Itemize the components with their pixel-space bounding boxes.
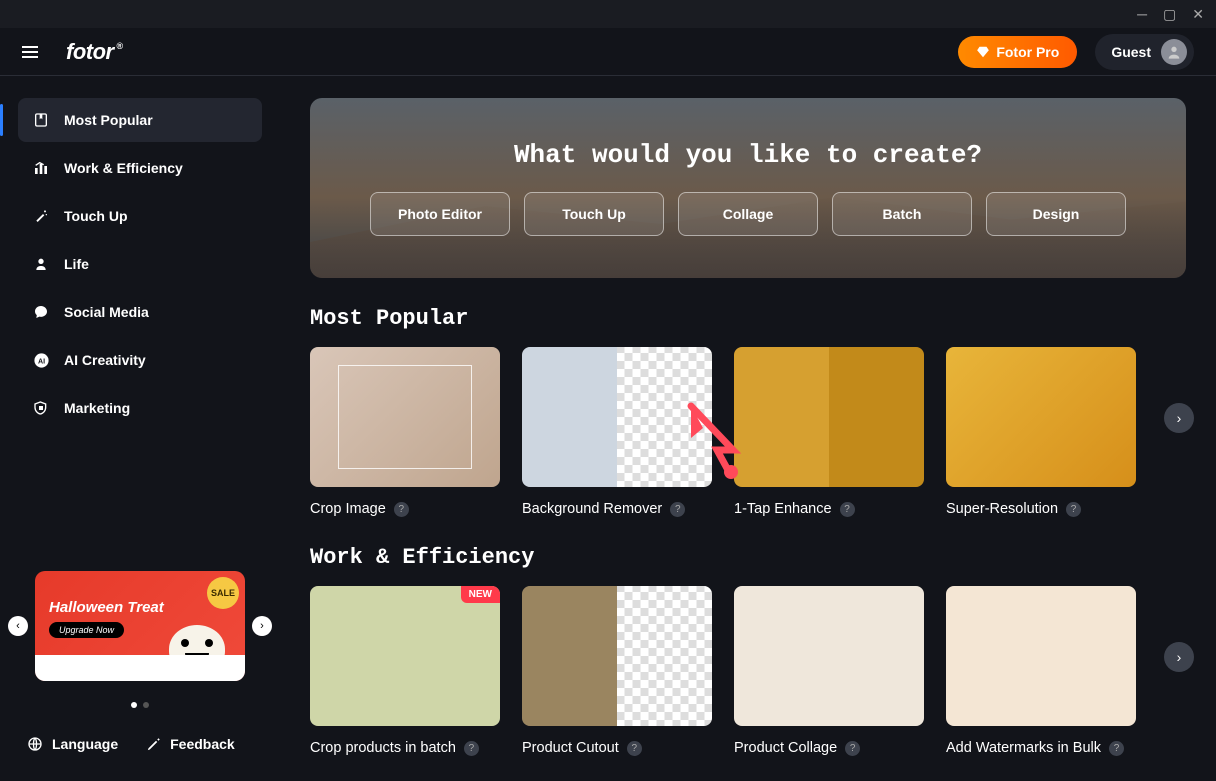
card-title: Crop products in batch bbox=[310, 740, 456, 756]
hero-batch-button[interactable]: Batch bbox=[832, 192, 972, 236]
fotor-pro-button[interactable]: Fotor Pro bbox=[958, 36, 1077, 68]
card-product-collage[interactable]: Product Collage? bbox=[734, 586, 924, 756]
section-title: Work & Efficiency bbox=[310, 545, 1186, 570]
bookmark-icon bbox=[32, 111, 50, 129]
promo-dots bbox=[18, 695, 262, 713]
card-title: Product Cutout bbox=[522, 740, 619, 756]
card-title: Product Collage bbox=[734, 740, 837, 756]
maximize-button[interactable]: ▢ bbox=[1163, 6, 1176, 23]
sidebar-item-ai-creativity[interactable]: AIAI Creativity bbox=[18, 338, 262, 382]
thumbnail bbox=[734, 347, 924, 487]
pumpkin-icon bbox=[169, 625, 225, 673]
thumbnail bbox=[522, 347, 712, 487]
header: fotor® Fotor Pro Guest bbox=[0, 28, 1216, 76]
titlebar: ─ ▢ ✕ bbox=[0, 0, 1216, 28]
card-title: Crop Image bbox=[310, 501, 386, 517]
logo: fotor® bbox=[66, 39, 114, 65]
promo-prev-button[interactable]: ‹ bbox=[8, 616, 28, 636]
sidebar-item-most-popular[interactable]: Most Popular bbox=[18, 98, 262, 142]
wand-icon bbox=[32, 207, 50, 225]
thumbnail bbox=[522, 586, 712, 726]
new-badge: NEW bbox=[461, 586, 500, 603]
sidebar-item-social-media[interactable]: Social Media bbox=[18, 290, 262, 334]
bars-icon bbox=[32, 159, 50, 177]
help-icon[interactable]: ? bbox=[627, 741, 642, 756]
menu-icon[interactable] bbox=[22, 46, 38, 58]
thumbnail: NEW bbox=[310, 586, 500, 726]
diamond-icon bbox=[976, 45, 990, 59]
next-button[interactable]: › bbox=[1164, 403, 1194, 433]
chat-icon bbox=[32, 303, 50, 321]
help-icon[interactable]: ? bbox=[670, 502, 685, 517]
help-icon[interactable]: ? bbox=[845, 741, 860, 756]
help-icon[interactable]: ? bbox=[1066, 502, 1081, 517]
card-crop-image[interactable]: Crop Image? bbox=[310, 347, 500, 517]
card-title: Background Remover bbox=[522, 501, 662, 517]
card-title: Add Watermarks in Bulk bbox=[946, 740, 1101, 756]
thumbnail bbox=[310, 347, 500, 487]
help-icon[interactable]: ? bbox=[394, 502, 409, 517]
card-crop-products-in-batch[interactable]: NEW Crop products in batch? bbox=[310, 586, 500, 756]
minimize-button[interactable]: ─ bbox=[1137, 6, 1147, 22]
svg-text:AI: AI bbox=[37, 357, 44, 365]
tag-icon bbox=[32, 399, 50, 417]
sidebar-item-marketing[interactable]: Marketing bbox=[18, 386, 262, 430]
help-icon[interactable]: ? bbox=[1109, 741, 1124, 756]
sidebar-item-life[interactable]: Life bbox=[18, 242, 262, 286]
hero-photo-editor-button[interactable]: Photo Editor bbox=[370, 192, 510, 236]
promo-banner[interactable]: SALE Halloween Treat Upgrade Now bbox=[35, 571, 245, 681]
sidebar-item-touch-up[interactable]: Touch Up bbox=[18, 194, 262, 238]
pencil-icon bbox=[144, 735, 162, 753]
main: What would you like to create? Photo Edi… bbox=[280, 76, 1216, 781]
sale-badge: SALE bbox=[207, 577, 239, 609]
globe-icon bbox=[26, 735, 44, 753]
card-title: 1-Tap Enhance bbox=[734, 501, 832, 517]
promo-next-button[interactable]: › bbox=[252, 616, 272, 636]
thumbnail bbox=[946, 347, 1136, 487]
thumbnail bbox=[946, 586, 1136, 726]
language-link[interactable]: Language bbox=[26, 735, 118, 753]
card-background-remover[interactable]: Background Remover? bbox=[522, 347, 712, 517]
sidebar-item-work-efficiency[interactable]: Work & Efficiency bbox=[18, 146, 262, 190]
help-icon[interactable]: ? bbox=[464, 741, 479, 756]
card-add-watermarks-in-bulk[interactable]: Add Watermarks in Bulk? bbox=[946, 586, 1136, 756]
sidebar: Most PopularWork & EfficiencyTouch UpLif… bbox=[0, 76, 280, 781]
feedback-link[interactable]: Feedback bbox=[144, 735, 235, 753]
hero-title: What would you like to create? bbox=[514, 140, 982, 170]
card-product-cutout[interactable]: Product Cutout? bbox=[522, 586, 712, 756]
card-title: Super-Resolution bbox=[946, 501, 1058, 517]
thumbnail bbox=[734, 586, 924, 726]
person-icon bbox=[32, 255, 50, 273]
next-button[interactable]: › bbox=[1164, 642, 1194, 672]
help-icon[interactable]: ? bbox=[840, 502, 855, 517]
hero-collage-button[interactable]: Collage bbox=[678, 192, 818, 236]
hero-design-button[interactable]: Design bbox=[986, 192, 1126, 236]
hero: What would you like to create? Photo Edi… bbox=[310, 98, 1186, 278]
card-super-resolution[interactable]: Super-Resolution? bbox=[946, 347, 1136, 517]
upgrade-now-button[interactable]: Upgrade Now bbox=[49, 622, 124, 638]
ai-icon: AI bbox=[32, 351, 50, 369]
avatar-icon bbox=[1161, 39, 1187, 65]
guest-account[interactable]: Guest bbox=[1095, 34, 1194, 70]
close-button[interactable]: ✕ bbox=[1192, 6, 1204, 23]
hero-touch-up-button[interactable]: Touch Up bbox=[524, 192, 664, 236]
card--tap-enhance[interactable]: 1-Tap Enhance? bbox=[734, 347, 924, 517]
section-title: Most Popular bbox=[310, 306, 1186, 331]
